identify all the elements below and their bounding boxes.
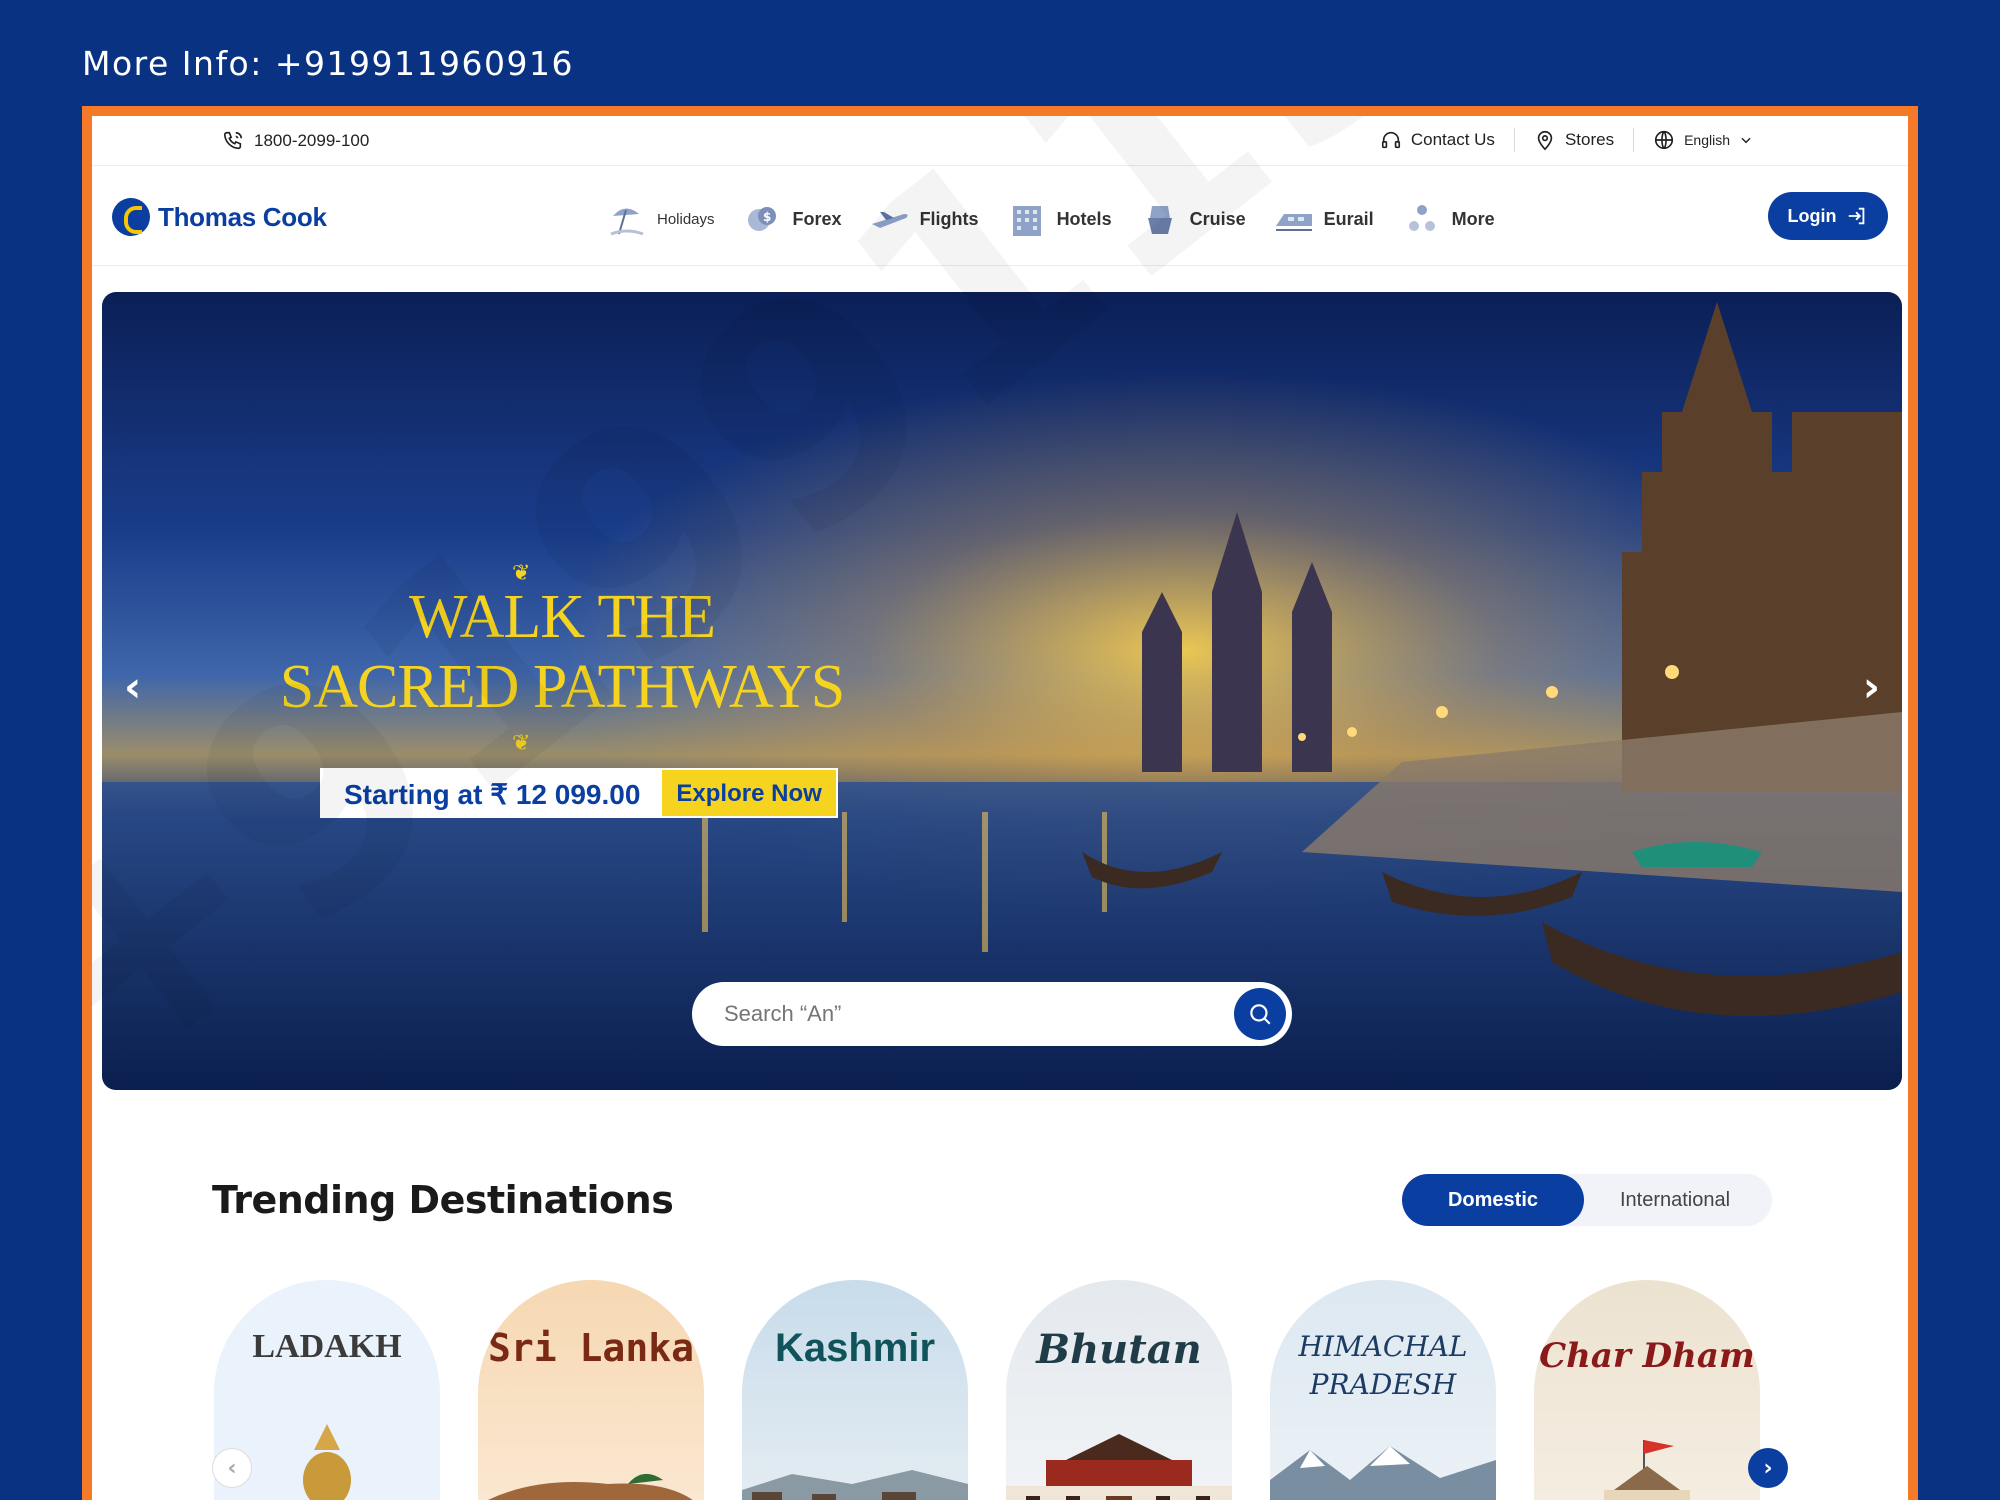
nav-menu: Holidays $ Forex Flights Hotels Cruise E…: [607, 202, 1495, 236]
hero-prev-arrow-icon[interactable]: ‹: [124, 662, 141, 711]
site-frame: +919911960916 1800-2099-100 Contact Us S…: [82, 106, 1918, 1500]
airplane-icon: [871, 212, 908, 228]
destination-cards: LADAKH Sri Lanka Kashmir Bhutan HIMACHAL…: [214, 1280, 1760, 1500]
nav-label-holidays: Holidays: [657, 210, 715, 228]
nav-label-eurail: Eurail: [1323, 208, 1374, 229]
kedarnath-temple-image: [1604, 1440, 1690, 1500]
destination-label: HIMACHAL PRADESH: [1298, 1330, 1468, 1401]
hero-title-line2: SACRED PATHWAYS: [279, 653, 845, 721]
contact-us-label: Contact Us: [1410, 130, 1495, 149]
brand-logo[interactable]: Thomas Cook: [112, 198, 327, 236]
brand-name: Thomas Cook: [158, 201, 327, 232]
nav-item-hotels[interactable]: Hotels: [1007, 202, 1112, 236]
nav-item-more[interactable]: More: [1402, 202, 1495, 236]
destination-card-sri-lanka[interactable]: Sri Lanka: [478, 1280, 704, 1500]
destination-card-kashmir[interactable]: Kashmir: [742, 1280, 968, 1500]
destination-label: Bhutan: [1036, 1326, 1202, 1373]
headset-icon: [1381, 131, 1400, 149]
login-label: Login: [1787, 205, 1837, 226]
search-button[interactable]: [1234, 988, 1286, 1040]
explore-now-button[interactable]: Explore Now: [662, 770, 836, 816]
nav-item-flights[interactable]: Flights: [870, 202, 979, 236]
cards-next-arrow-icon[interactable]: ›: [1748, 1448, 1788, 1488]
destination-label: LADAKH: [252, 1328, 402, 1365]
login-arrow-icon: [1849, 207, 1865, 225]
nav-item-eurail[interactable]: Eurail: [1274, 202, 1374, 236]
starting-price: Starting at ₹ 12 099.00: [322, 770, 663, 816]
stores-label: Stores: [1564, 130, 1615, 149]
stores-link[interactable]: Stores: [1515, 128, 1635, 152]
nav-label-flights: Flights: [919, 208, 979, 229]
promo-contact-text: More Info: +919911960916: [82, 44, 574, 83]
beach-umbrella-icon: [610, 208, 644, 236]
destination-label: Char Dham: [1539, 1336, 1755, 1376]
destination-card-himachal-pradesh[interactable]: HIMACHAL PRADESH: [1270, 1280, 1496, 1500]
phone-icon: [223, 131, 243, 150]
destination-label: Kashmir: [774, 1326, 936, 1370]
snow-mountains-image: [1270, 1446, 1496, 1500]
destination-card-bhutan[interactable]: Bhutan: [1006, 1280, 1232, 1500]
sigiriya-rock-image: [488, 1473, 693, 1500]
login-button[interactable]: Login: [1768, 192, 1888, 240]
nav-item-forex[interactable]: $ Forex: [743, 202, 842, 236]
hero-next-arrow-icon[interactable]: ›: [1863, 662, 1880, 711]
tab-domestic[interactable]: Domestic: [1402, 1174, 1584, 1226]
currency-coins-icon: $: [747, 207, 776, 231]
utility-bar: 1800-2099-100 Contact Us Stores English: [92, 116, 1908, 166]
thomas-cook-logo-icon: [112, 198, 150, 236]
destination-card-char-dham[interactable]: Char Dham: [1534, 1280, 1760, 1500]
nav-label-cruise: Cruise: [1189, 208, 1246, 229]
hero-search-bar: [692, 982, 1292, 1046]
dzong-temple-image: [1006, 1434, 1232, 1500]
hero-banner[interactable]: ❦ WALK THE SACRED PATHWAYS ❦ Starting at…: [102, 292, 1902, 1090]
cards-prev-arrow-icon[interactable]: ‹: [212, 1448, 252, 1488]
trending-destinations-title: Trending Destinations: [212, 1178, 674, 1222]
destination-type-toggle: Domestic International: [1402, 1174, 1772, 1226]
phone-link[interactable]: 1800-2099-100: [222, 130, 369, 152]
train-icon: [1275, 214, 1312, 231]
website-page: +919911960916 1800-2099-100 Contact Us S…: [92, 116, 1908, 1500]
nav-item-holidays[interactable]: Holidays: [607, 202, 715, 236]
nav-item-cruise[interactable]: Cruise: [1140, 202, 1246, 236]
more-dots-icon: [1408, 205, 1435, 231]
nav-label-hotels: Hotels: [1056, 208, 1112, 229]
language-selector[interactable]: English: [1634, 128, 1772, 152]
globe-icon: [1655, 130, 1674, 150]
nav-label-forex: Forex: [792, 208, 842, 229]
search-icon: [1250, 1004, 1271, 1025]
price-cta-box[interactable]: Starting at ₹ 12 099.00 Explore Now: [320, 768, 838, 818]
phone-number: 1800-2099-100: [254, 131, 370, 150]
search-input[interactable]: [724, 1001, 1234, 1027]
dal-lake-image: [742, 1470, 968, 1500]
svg-text:$: $: [763, 210, 771, 224]
hotel-building-icon: [1012, 206, 1041, 236]
destination-label: Sri Lanka: [488, 1326, 694, 1370]
utility-links: Contact Us Stores English: [1361, 128, 1772, 152]
bottom-ornament-icon: ❦: [512, 730, 531, 755]
hero-title-line1: WALK THE: [409, 583, 716, 651]
nav-label-more: More: [1451, 208, 1495, 229]
location-pin-icon: [1537, 130, 1553, 151]
chevron-down-icon: [1741, 137, 1751, 144]
tab-international[interactable]: International: [1584, 1174, 1766, 1226]
main-navbar: Thomas Cook Holidays $ Forex Flights Hot: [92, 166, 1908, 266]
contact-us-link[interactable]: Contact Us: [1361, 128, 1515, 152]
language-label: English: [1684, 132, 1730, 148]
hero-title: WALK THE SACRED PATHWAYS: [272, 582, 852, 722]
cruise-ship-icon: [1147, 206, 1172, 234]
